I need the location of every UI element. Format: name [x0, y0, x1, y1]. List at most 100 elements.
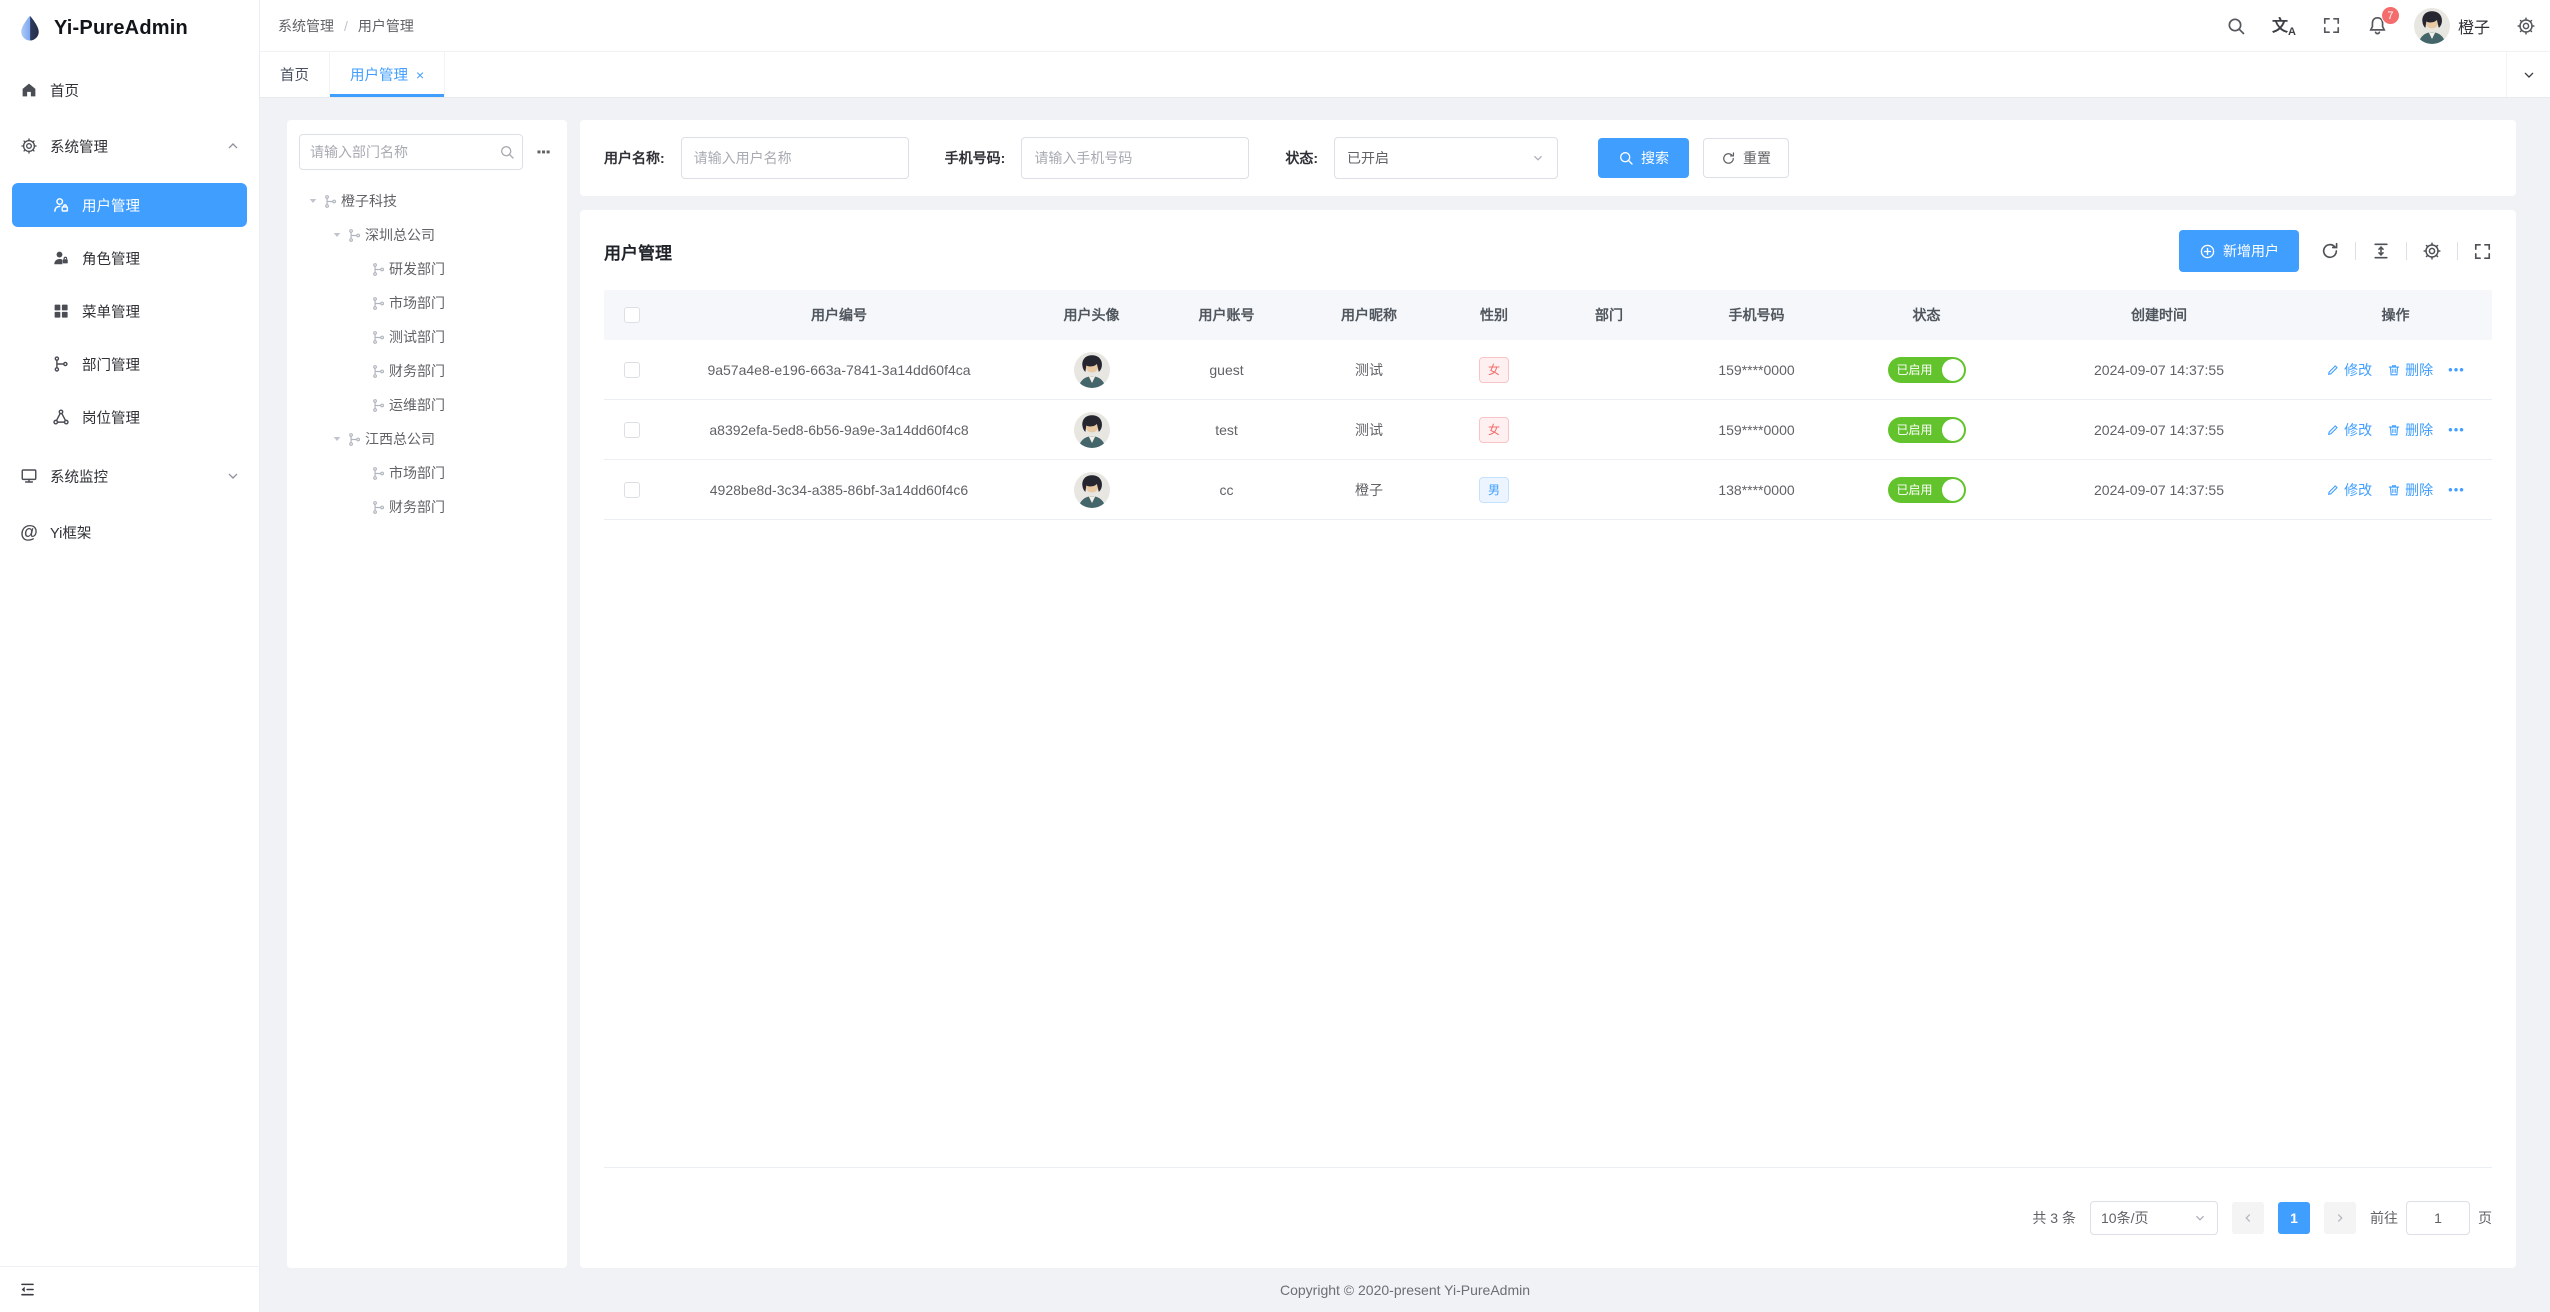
status-toggle[interactable]: 已启用 — [1888, 477, 1966, 503]
tab-options-button[interactable] — [2506, 52, 2550, 97]
caret-down-icon[interactable] — [327, 433, 347, 445]
breadcrumb-item[interactable]: 系统管理 — [278, 16, 334, 36]
status-toggle[interactable]: 已启用 — [1888, 417, 1966, 443]
search-submit-button[interactable]: 搜索 — [1598, 138, 1689, 178]
column-header: 操作 — [2299, 305, 2492, 325]
branch-icon — [347, 432, 362, 447]
collapse-sidebar-icon[interactable] — [18, 1280, 37, 1299]
tree-node[interactable]: 江西总公司 — [299, 422, 555, 456]
sidebar-item-user-management[interactable]: 用户管理 — [12, 183, 247, 227]
prev-page-button[interactable] — [2232, 1202, 2264, 1234]
tree-node[interactable]: 财务部门 — [299, 354, 555, 388]
select-all-checkbox[interactable] — [624, 307, 640, 323]
chevron-up-icon — [225, 138, 241, 154]
tree-node-label: 市场部门 — [389, 463, 445, 483]
pagination-total: 共 3 条 — [2032, 1208, 2076, 1228]
delete-button[interactable]: 删除 — [2387, 480, 2433, 500]
tree-node[interactable]: 深圳总公司 — [299, 218, 555, 252]
next-page-button[interactable] — [2324, 1202, 2356, 1234]
tab-home[interactable]: 首页 — [260, 52, 330, 97]
sidebar-item-role-management[interactable]: 角色管理 — [12, 236, 247, 280]
more-actions-button[interactable]: ••• — [2448, 362, 2465, 377]
at-icon: @ — [20, 522, 38, 543]
sidebar-item-dept-management[interactable]: 部门管理 — [12, 342, 247, 386]
row-checkbox[interactable] — [624, 362, 640, 378]
pagination-goto: 前往 页 — [2370, 1201, 2492, 1235]
column-settings-icon[interactable] — [2422, 241, 2442, 261]
tree-node[interactable]: 财务部门 — [299, 490, 555, 524]
tab-user-management[interactable]: 用户管理 × — [330, 52, 445, 97]
tree-search-row: ⋮ — [299, 134, 555, 170]
language-button[interactable]: 文A — [2272, 12, 2296, 38]
tab-label: 用户管理 — [350, 64, 408, 85]
tree-node-label: 财务部门 — [389, 497, 445, 517]
sidebar-item-system-monitor[interactable]: 系统监控 — [0, 448, 259, 504]
reset-button[interactable]: 重置 — [1703, 138, 1789, 178]
sidebar-item-home[interactable]: 首页 — [0, 62, 259, 118]
search-button[interactable] — [2226, 16, 2246, 36]
table-card-header: 用户管理 新增用户 — [580, 210, 2516, 290]
fullscreen-icon[interactable] — [2473, 242, 2492, 261]
tree-node-label: 深圳总公司 — [365, 225, 435, 245]
user-account: guest — [1164, 362, 1289, 378]
app-title: Yi-PureAdmin — [54, 17, 188, 40]
user-phone: 159****0000 — [1679, 422, 1834, 438]
user-phone: 159****0000 — [1679, 362, 1834, 378]
column-header: 用户编号 — [659, 305, 1019, 325]
tree-node[interactable]: 研发部门 — [299, 252, 555, 286]
edit-button[interactable]: 修改 — [2326, 360, 2372, 380]
user-menu[interactable]: 橙子 — [2414, 8, 2490, 44]
close-icon[interactable]: × — [416, 67, 424, 83]
edit-button[interactable]: 修改 — [2326, 480, 2372, 500]
name-filter-input[interactable] — [681, 137, 909, 179]
edit-button[interactable]: 修改 — [2326, 420, 2372, 440]
add-user-button[interactable]: 新增用户 — [2179, 230, 2299, 272]
chevron-right-icon — [2333, 1211, 2347, 1225]
page-number-button[interactable]: 1 — [2278, 1202, 2310, 1234]
goto-page-input[interactable] — [2406, 1201, 2470, 1235]
toggle-knob — [1942, 479, 1964, 501]
water-drop-logo-icon — [16, 14, 44, 42]
chevron-down-icon — [2521, 67, 2537, 83]
caret-down-icon[interactable] — [303, 195, 323, 207]
breadcrumb: 系统管理 / 用户管理 — [278, 16, 414, 36]
refresh-icon[interactable] — [2320, 241, 2340, 261]
density-icon[interactable] — [2371, 241, 2391, 261]
tree-node-label: 市场部门 — [389, 293, 445, 313]
tree-more-button[interactable]: ⋮ — [529, 139, 555, 165]
settings-button[interactable] — [2516, 16, 2536, 36]
tree-node[interactable]: 市场部门 — [299, 456, 555, 490]
tree-node[interactable]: 橙子科技 — [299, 184, 555, 218]
sidebar-item-label: 首页 — [50, 80, 79, 101]
user-avatar — [1074, 412, 1110, 448]
page-size-select[interactable]: 10条/页 — [2090, 1201, 2218, 1235]
status-select[interactable]: 已开启 — [1334, 137, 1558, 179]
phone-filter-input[interactable] — [1021, 137, 1249, 179]
delete-button[interactable]: 删除 — [2387, 420, 2433, 440]
sidebar: Yi-PureAdmin 首页 系统管理 用户管理 角色管理 菜单 — [0, 0, 260, 1312]
row-checkbox[interactable] — [624, 482, 640, 498]
caret-down-icon[interactable] — [327, 229, 347, 241]
tree-node-label: 橙子科技 — [341, 191, 397, 211]
more-actions-button[interactable]: ••• — [2448, 482, 2465, 497]
fullscreen-button[interactable] — [2322, 16, 2341, 35]
status-toggle[interactable]: 已启用 — [1888, 357, 1966, 383]
sidebar-item-post-management[interactable]: 岗位管理 — [12, 395, 247, 439]
sidebar-item-menu-management[interactable]: 菜单管理 — [12, 289, 247, 333]
grid-icon — [52, 302, 70, 320]
sidebar-item-system-management[interactable]: 系统管理 — [0, 118, 259, 174]
column-header: 用户账号 — [1164, 305, 1289, 325]
delete-button[interactable]: 删除 — [2387, 360, 2433, 380]
tree-node[interactable]: 测试部门 — [299, 320, 555, 354]
notification-button[interactable]: 7 — [2367, 15, 2388, 36]
dept-search-input[interactable] — [299, 134, 523, 170]
tree-node-label: 财务部门 — [389, 361, 445, 381]
phone-filter-label: 手机号码: — [945, 148, 1006, 168]
sidebar-item-framework[interactable]: @ Yi框架 — [0, 504, 259, 560]
status-label: 已启用 — [1897, 481, 1933, 498]
tree-node[interactable]: 运维部门 — [299, 388, 555, 422]
tree-node[interactable]: 市场部门 — [299, 286, 555, 320]
logo-row[interactable]: Yi-PureAdmin — [0, 0, 259, 56]
row-checkbox[interactable] — [624, 422, 640, 438]
more-actions-button[interactable]: ••• — [2448, 422, 2465, 437]
